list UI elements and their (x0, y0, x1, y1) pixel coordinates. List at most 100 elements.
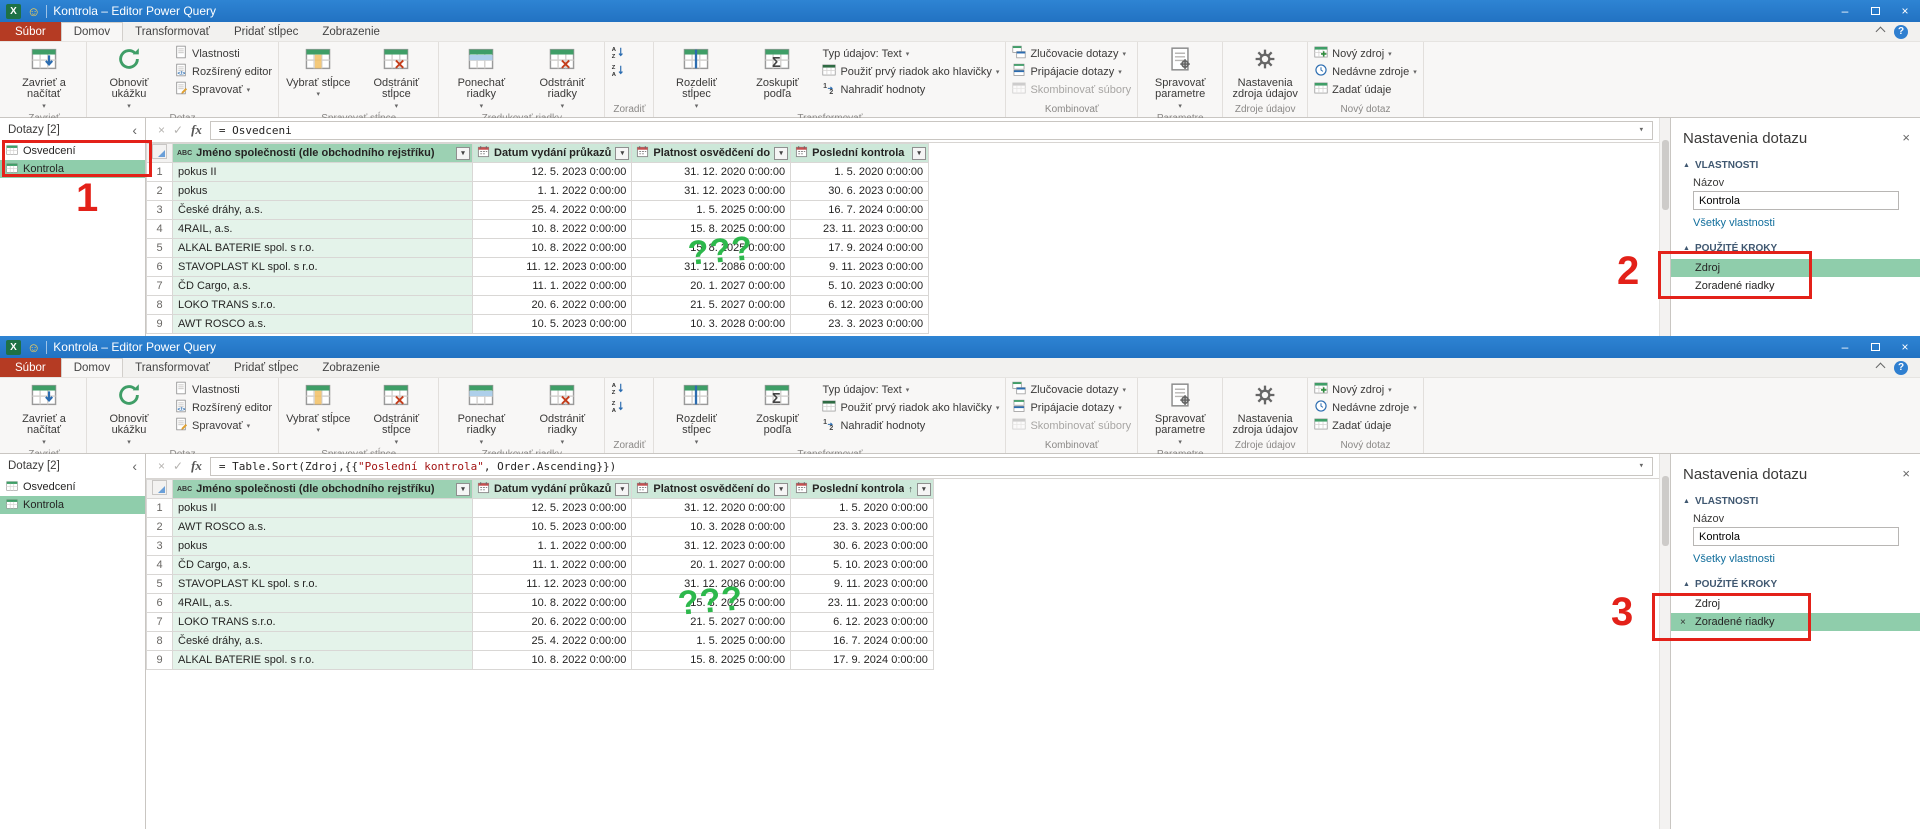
cell[interactable]: 23. 3. 2023 0:00:00 (791, 315, 929, 334)
minimize-button[interactable]: – (1830, 0, 1860, 22)
properties-section[interactable]: ▲ VLASTNOSTI (1671, 490, 1920, 510)
cell[interactable]: 23. 11. 2023 0:00:00 (791, 220, 929, 239)
formula-expand-icon[interactable]: ▾ (1639, 125, 1644, 135)
ribbon-button-roz-ren-editor[interactable]: </>Rozšírený editor (170, 63, 276, 80)
cell[interactable]: 10. 5. 2023 0:00:00 (473, 518, 632, 537)
table-corner-button[interactable] (147, 144, 173, 163)
cell[interactable]: 10. 8. 2022 0:00:00 (473, 239, 632, 258)
cell[interactable]: 11. 1. 2022 0:00:00 (473, 277, 632, 296)
cell[interactable]: 30. 6. 2023 0:00:00 (791, 537, 934, 556)
query-item-osvedcen[interactable]: Osvedcení (0, 142, 145, 160)
ribbon-button-ned-vne-zdroje[interactable]: Nedávne zdroje▾ (1310, 399, 1421, 416)
all-properties-link[interactable]: Všetky vlastnosti (1671, 549, 1920, 567)
menu-tab-transformova[interactable]: Transformovať (123, 22, 222, 41)
cell[interactable]: 31. 12. 2020 0:00:00 (632, 499, 791, 518)
cell[interactable]: 1. 1. 2022 0:00:00 (473, 182, 632, 201)
cell[interactable]: ALKAL BATERIE spol. s r.o. (173, 651, 473, 670)
cell[interactable]: 20. 6. 2022 0:00:00 (473, 613, 632, 632)
cell[interactable]: 10. 8. 2022 0:00:00 (473, 651, 632, 670)
ribbon-button-vlastnosti[interactable]: Vlastnosti (170, 381, 276, 398)
ribbon-button-nastavenia-zdroja-dajov[interactable]: Nastavenia zdroja údajov (1225, 43, 1305, 104)
cell[interactable]: LOKO TRANS s.r.o. (173, 296, 473, 315)
cell[interactable]: 20. 1. 2027 0:00:00 (632, 277, 791, 296)
cell[interactable]: ALKAL BATERIE spol. s r.o. (173, 239, 473, 258)
ribbon-button-spravova-parametre[interactable]: Spravovať parametre▾ (1140, 43, 1220, 113)
ribbon-button-zavrie-a-na-ta[interactable]: Zavrieť a načítať▾ (4, 379, 84, 449)
cell[interactable]: 25. 4. 2022 0:00:00 (473, 632, 632, 651)
minimize-button[interactable]: – (1830, 336, 1860, 358)
cell[interactable]: 31. 12. 2086 0:00:00 (632, 258, 791, 277)
help-icon[interactable]: ? (1894, 25, 1908, 39)
cell[interactable]: 11. 12. 2023 0:00:00 (473, 258, 632, 277)
ribbon-button-nahradi-hodnoty[interactable]: 12Nahradiť hodnoty (818, 417, 1003, 434)
ribbon-button-zlu-ovacie-dotazy[interactable]: Zlučovacie dotazy▾ (1008, 381, 1135, 398)
cell[interactable]: 1. 5. 2020 0:00:00 (791, 499, 934, 518)
cell[interactable]: 16. 7. 2024 0:00:00 (791, 201, 929, 220)
cell[interactable]: 31. 12. 2020 0:00:00 (632, 163, 791, 182)
cell[interactable]: 12. 5. 2023 0:00:00 (473, 499, 632, 518)
cell[interactable]: 15. 8. 2025 0:00:00 (632, 594, 791, 613)
formula-expand-icon[interactable]: ▾ (1639, 461, 1644, 471)
table-corner-button[interactable] (147, 480, 173, 499)
ribbon-button-zoskupi-pod-a[interactable]: ΣZoskupiť podľa (737, 379, 817, 449)
menu-tab-prida-st-pec[interactable]: Pridať stĺpec (222, 358, 310, 377)
cell[interactable]: 12. 5. 2023 0:00:00 (473, 163, 632, 182)
cell[interactable]: 1. 5. 2025 0:00:00 (632, 632, 791, 651)
commit-formula-icon[interactable]: ✓ (173, 123, 183, 137)
ribbon-button-obnovi-uk-ku[interactable]: Obnoviť ukážku▾ (89, 379, 169, 449)
ribbon-button-odstr-ni-riadky[interactable]: ×Odstrániť riadky▾ (522, 379, 602, 449)
ribbon-button-ned-vne-zdroje[interactable]: Nedávne zdroje▾ (1310, 63, 1421, 80)
ribbon-button-sort-desc[interactable]: ZA (607, 399, 629, 416)
cell[interactable]: 5. 10. 2023 0:00:00 (791, 556, 934, 575)
column-header-datum-vyd-n-pr-kaz[interactable]: Datum vydání průkazů▾ (473, 144, 632, 163)
cell[interactable]: pokus (173, 537, 473, 556)
scrollbar-thumb[interactable] (1662, 476, 1669, 546)
collapse-ribbon-icon[interactable] (1877, 25, 1884, 38)
cell[interactable]: 6. 12. 2023 0:00:00 (791, 613, 934, 632)
cell[interactable]: 20. 1. 2027 0:00:00 (632, 556, 791, 575)
ribbon-button-nastavenia-zdroja-dajov[interactable]: Nastavenia zdroja údajov (1225, 379, 1305, 440)
cell[interactable]: 17. 9. 2024 0:00:00 (791, 651, 934, 670)
cell[interactable]: LOKO TRANS s.r.o. (173, 613, 473, 632)
menu-tab-zobrazenie[interactable]: Zobrazenie (310, 358, 392, 377)
collapse-queries-icon[interactable]: ‹ (132, 459, 137, 473)
cell[interactable]: 10. 8. 2022 0:00:00 (473, 220, 632, 239)
cell[interactable]: STAVOPLAST KL spol. s r.o. (173, 575, 473, 594)
query-item-osvedcen[interactable]: Osvedcení (0, 478, 145, 496)
ribbon-button-odstr-ni-st-pce[interactable]: ×Odstrániť stĺpce▾ (356, 43, 436, 113)
formula-input[interactable]: = Table.Sort(Zdroj,{{"Poslední kontrola"… (210, 457, 1653, 476)
collapse-ribbon-icon[interactable] (1877, 361, 1884, 374)
ribbon-button-nov-zdroj[interactable]: Nový zdroj▾ (1310, 381, 1421, 398)
applied-step-zoraden-riadky[interactable]: Zoradené riadky (1671, 277, 1920, 295)
query-name-input[interactable] (1693, 527, 1899, 546)
close-settings-icon[interactable]: × (1902, 130, 1910, 145)
ribbon-button-zavrie-a-na-ta[interactable]: Zavrieť a načítať▾ (4, 43, 84, 113)
query-item-kontrola[interactable]: Kontrola (0, 496, 145, 514)
vertical-scrollbar[interactable] (1659, 118, 1670, 336)
ribbon-button-sort-asc[interactable]: AZ (607, 45, 629, 62)
ribbon-button-odstr-ni-riadky[interactable]: ×Odstrániť riadky▾ (522, 43, 602, 113)
ribbon-button-rozdeli-st-pec[interactable]: Rozdeliť stĺpec▾ (656, 43, 736, 113)
cell[interactable]: 21. 5. 2027 0:00:00 (632, 296, 791, 315)
cell[interactable]: STAVOPLAST KL spol. s r.o. (173, 258, 473, 277)
cell[interactable]: 15. 8. 2025 0:00:00 (632, 651, 791, 670)
applied-step-zdroj[interactable]: Zdroj (1671, 595, 1920, 613)
cell[interactable]: AWT ROSCO a.s. (173, 518, 473, 537)
cell[interactable]: pokus (173, 182, 473, 201)
ribbon-button-ponecha-riadky[interactable]: Ponechať riadky▾ (441, 379, 521, 449)
cell[interactable]: ČD Cargo, a.s. (173, 277, 473, 296)
cell[interactable]: AWT ROSCO a.s. (173, 315, 473, 334)
column-header-posledn-kontrola[interactable]: Poslední kontrola▾ (791, 144, 929, 163)
ribbon-button-obnovi-uk-ku[interactable]: Obnoviť ukážku▾ (89, 43, 169, 113)
cell[interactable]: 11. 12. 2023 0:00:00 (473, 575, 632, 594)
close-settings-icon[interactable]: × (1902, 466, 1910, 481)
cell[interactable]: ČD Cargo, a.s. (173, 556, 473, 575)
menu-tab-s-bor[interactable]: Súbor (0, 358, 61, 377)
cell[interactable]: 31. 12. 2086 0:00:00 (632, 575, 791, 594)
cell[interactable]: 23. 3. 2023 0:00:00 (791, 518, 934, 537)
column-header-datum-vyd-n-pr-kaz[interactable]: Datum vydání průkazů▾ (473, 480, 632, 499)
cancel-formula-icon[interactable]: × (158, 459, 165, 473)
menu-tab-zobrazenie[interactable]: Zobrazenie (310, 22, 392, 41)
column-header-posledn-kontrola[interactable]: Poslední kontrola↑▾ (791, 480, 934, 499)
cell[interactable]: 25. 4. 2022 0:00:00 (473, 201, 632, 220)
